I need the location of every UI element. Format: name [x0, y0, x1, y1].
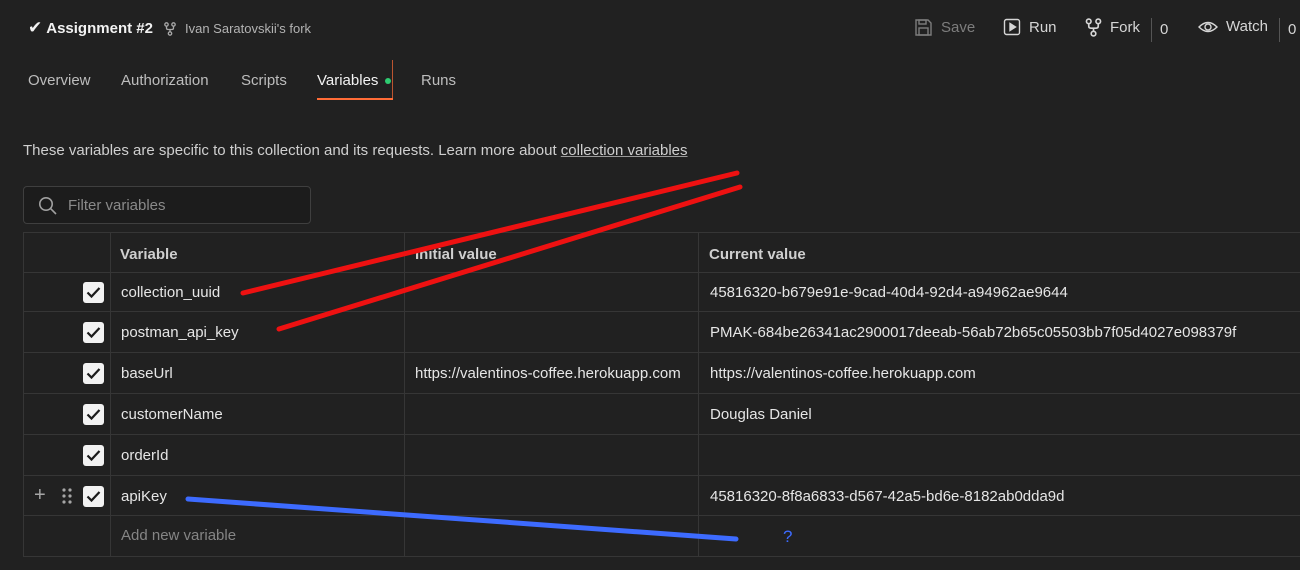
row-enabled-checkbox[interactable]	[83, 282, 104, 303]
variable-name[interactable]: collection_uuid	[121, 284, 220, 301]
checkmark-icon	[86, 491, 101, 503]
divider	[23, 352, 1300, 353]
collection-variables-link[interactable]: collection variables	[561, 142, 688, 159]
row-enabled-checkbox[interactable]	[83, 322, 104, 343]
tab-bar: Overview Authorization Scripts Variables…	[0, 60, 1300, 100]
add-new-variable-input[interactable]: Add new variable	[121, 527, 236, 544]
fork-button[interactable]: Fork	[1085, 18, 1140, 37]
column-header-initial-value: Initial value	[415, 246, 497, 263]
save-icon	[915, 19, 932, 36]
divider	[1151, 18, 1152, 42]
divider	[23, 434, 1300, 435]
divider	[110, 232, 111, 557]
row-enabled-checkbox[interactable]	[83, 363, 104, 384]
divider	[23, 556, 1300, 557]
divider	[23, 272, 1300, 273]
column-header-variable: Variable	[120, 246, 178, 263]
fork-count: 0	[1160, 21, 1169, 38]
variable-name[interactable]: baseUrl	[121, 365, 173, 382]
divider	[23, 311, 1300, 312]
current-value[interactable]: 45816320-b679e91e-9cad-40d4-92d4-a94962a…	[710, 284, 1068, 301]
divider	[23, 232, 1300, 233]
checkmark-icon	[86, 327, 101, 339]
watch-button[interactable]: Watch	[1198, 18, 1268, 35]
play-icon	[1003, 18, 1021, 36]
variable-name[interactable]: orderId	[121, 447, 169, 464]
divider	[698, 232, 699, 557]
tab-authorization[interactable]: Authorization	[121, 72, 209, 89]
collection-header: ✔ Assignment #2 Ivan Saratovskii's fork …	[0, 0, 1300, 60]
variable-name[interactable]: customerName	[121, 406, 223, 423]
row-enabled-checkbox[interactable]	[83, 404, 104, 425]
filter-variables-input[interactable]	[66, 187, 306, 223]
tab-variables[interactable]: Variables	[317, 72, 378, 89]
tab-overview[interactable]: Overview	[28, 72, 91, 89]
current-value[interactable]: Douglas Daniel	[710, 406, 812, 423]
divider	[23, 515, 1300, 516]
annotation-question-mark: ?	[783, 527, 793, 546]
variables-description: These variables are specific to this col…	[23, 142, 688, 159]
variable-name[interactable]: apiKey	[121, 488, 167, 505]
divider	[23, 232, 24, 557]
eye-icon	[1198, 21, 1218, 32]
filter-variables-field[interactable]	[23, 186, 311, 224]
run-button[interactable]: Run	[1003, 18, 1057, 36]
search-icon	[39, 197, 57, 215]
save-button[interactable]: Save	[914, 18, 975, 37]
watch-count: 0	[1288, 21, 1297, 38]
active-tab-indicator	[317, 98, 393, 100]
checkmark-icon	[86, 287, 101, 299]
divider	[23, 475, 1300, 476]
variable-name[interactable]: postman_api_key	[121, 324, 239, 341]
tab-scripts[interactable]: Scripts	[241, 72, 287, 89]
current-value[interactable]: 45816320-8f8a6833-d567-42a5-bd6e-8182ab0…	[710, 488, 1065, 505]
initial-value[interactable]: https://valentinos-coffee.herokuapp.com	[415, 365, 681, 382]
checkmark-icon	[86, 409, 101, 421]
add-row-icon[interactable]: +	[34, 485, 46, 505]
row-enabled-checkbox[interactable]	[83, 445, 104, 466]
column-header-current-value: Current value	[709, 246, 806, 263]
checkmark-icon	[86, 368, 101, 380]
row-enabled-checkbox[interactable]	[83, 486, 104, 507]
active-tab-edge	[392, 60, 393, 100]
current-value[interactable]: https://valentinos-coffee.herokuapp.com	[710, 365, 976, 382]
unsaved-changes-dot	[385, 78, 391, 84]
tab-runs[interactable]: Runs	[421, 72, 456, 89]
variables-table: Variable Initial value Current value col…	[23, 232, 1300, 557]
fork-icon	[1085, 18, 1102, 37]
drag-handle-icon[interactable]	[62, 488, 72, 504]
collection-variables-page: ✔ Assignment #2 Ivan Saratovskii's fork …	[0, 0, 1300, 570]
current-value[interactable]: PMAK-684be26341ac2900017deeab-56ab72b65c…	[710, 324, 1236, 341]
header-actions: Save Run Fork 0 Watch 0	[0, 18, 1300, 42]
checkmark-icon	[86, 450, 101, 462]
divider	[404, 232, 405, 557]
divider	[23, 393, 1300, 394]
divider	[1279, 18, 1280, 42]
